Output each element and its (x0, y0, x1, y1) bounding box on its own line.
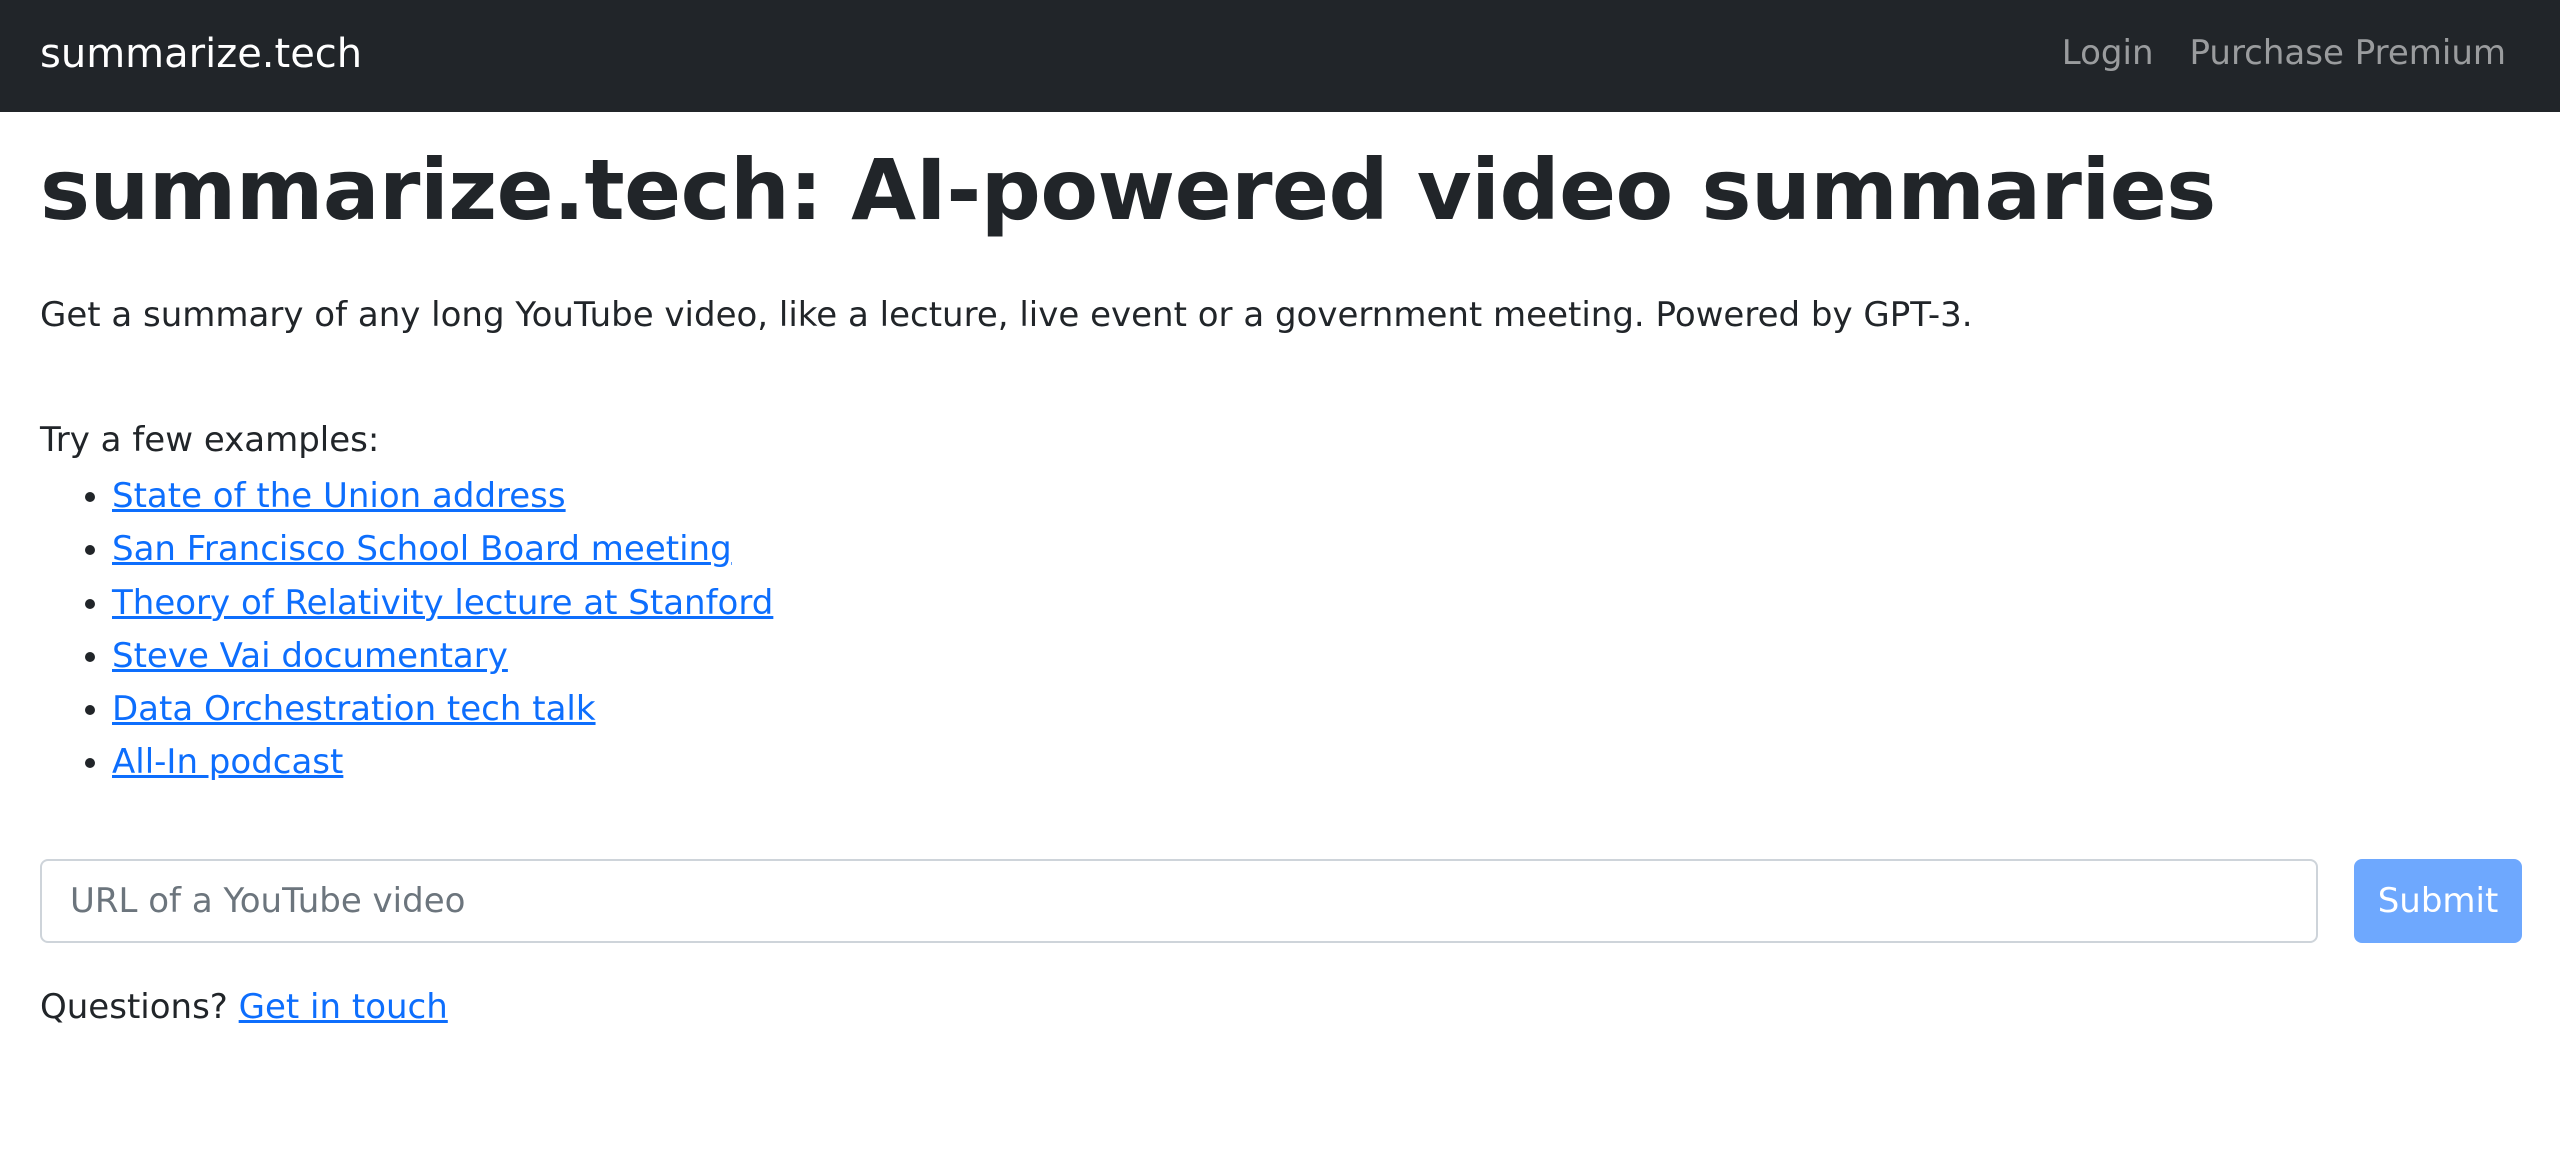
list-item: All-In podcast (112, 736, 773, 789)
example-link-sf-school-board[interactable]: San Francisco School Board meeting (112, 529, 732, 569)
list-item: State of the Union address (112, 470, 773, 523)
example-link-steve-vai[interactable]: Steve Vai documentary (112, 636, 508, 676)
example-link-relativity-lecture[interactable]: Theory of Relativity lecture at Stanford (112, 583, 773, 623)
get-in-touch-link[interactable]: Get in touch (239, 987, 448, 1027)
questions-footer: Questions? Get in touch (40, 984, 448, 1030)
login-link[interactable]: Login (2062, 28, 2154, 78)
youtube-url-input[interactable] (40, 859, 2318, 943)
nav-links: Login Purchase Premium (2062, 28, 2506, 78)
brand-link[interactable]: summarize.tech (40, 26, 362, 82)
examples-list: State of the Union address San Francisco… (40, 470, 773, 790)
top-navbar: summarize.tech Login Purchase Premium (0, 0, 2560, 112)
page-title: summarize.tech: AI-powered video summari… (40, 141, 2216, 239)
list-item: Theory of Relativity lecture at Stanford (112, 577, 773, 630)
example-link-state-of-the-union[interactable]: State of the Union address (112, 476, 566, 516)
list-item: Data Orchestration tech talk (112, 683, 773, 736)
example-link-data-orchestration[interactable]: Data Orchestration tech talk (112, 689, 596, 729)
list-item: San Francisco School Board meeting (112, 523, 773, 576)
questions-label: Questions? (40, 987, 228, 1027)
purchase-premium-link[interactable]: Purchase Premium (2190, 28, 2507, 78)
list-item: Steve Vai documentary (112, 630, 773, 683)
lead-description: Get a summary of any long YouTube video,… (40, 295, 1973, 335)
example-link-all-in-podcast[interactable]: All-In podcast (112, 742, 343, 782)
examples-label: Try a few examples: (40, 420, 380, 460)
submit-button[interactable]: Submit (2354, 859, 2522, 943)
